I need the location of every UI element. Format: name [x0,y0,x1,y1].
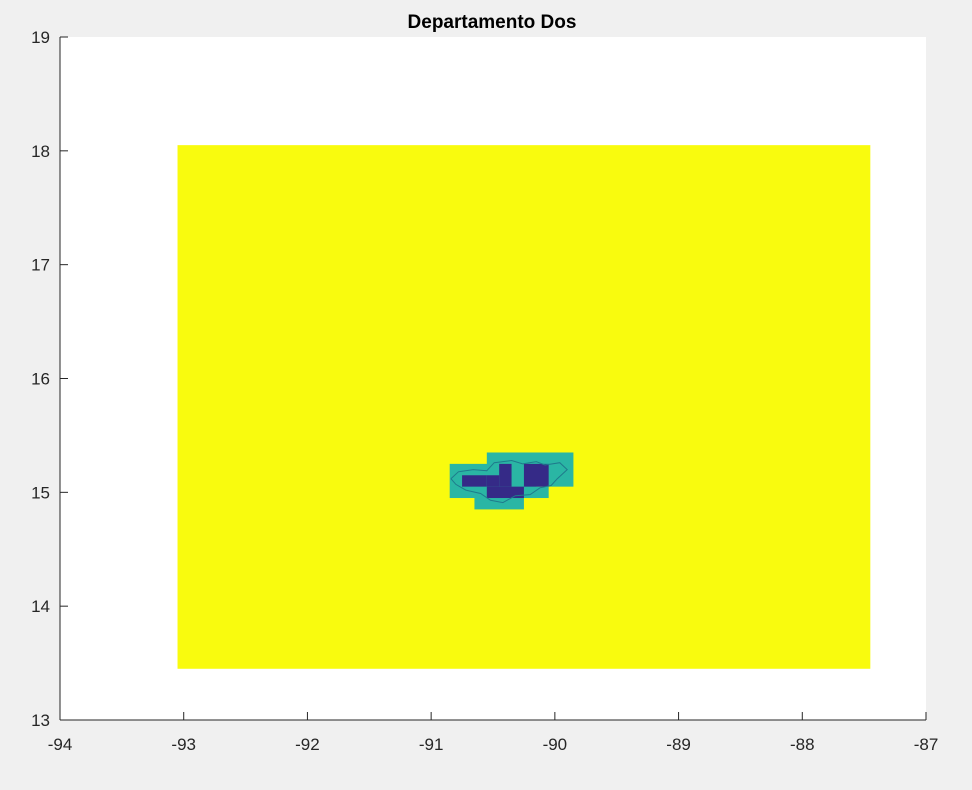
x-tick-label: -89 [666,735,691,754]
y-tick-label: 14 [31,597,50,616]
x-tick-label: -88 [790,735,815,754]
heatmap-cell-6 [486,475,500,487]
x-tick-label: -93 [171,735,196,754]
heatmap-cell-4 [523,486,549,499]
heatmap-cell-9 [523,463,549,487]
figure: Departamento Dos -94 -93 -92 -91 -90 -89 -88 -8… [0,0,972,790]
y-tick-label: 15 [31,483,50,502]
x-tick-label: -94 [48,735,73,754]
heatmap-cells [177,145,871,669]
y-tick-label: 18 [31,142,50,161]
y-tick-label: 16 [31,370,50,389]
heatmap-cell-8 [486,486,524,499]
x-tick-label: -92 [295,735,320,754]
x-tick-label: -91 [419,735,444,754]
y-tick-label: 17 [31,256,50,275]
heatmap-cell-0 [177,145,871,669]
y-tick-label: 19 [31,28,50,47]
heatmap-cell-5 [462,475,487,487]
y-tick-label: 13 [31,711,50,730]
chart-title: Departamento Dos [408,12,577,33]
heatmap-cell-7 [499,463,512,487]
x-tick-label: -90 [543,735,568,754]
chart-svg: Departamento Dos -94 -93 -92 -91 -90 -89 -88 -8… [31,12,939,754]
x-tick-label: -87 [914,735,939,754]
